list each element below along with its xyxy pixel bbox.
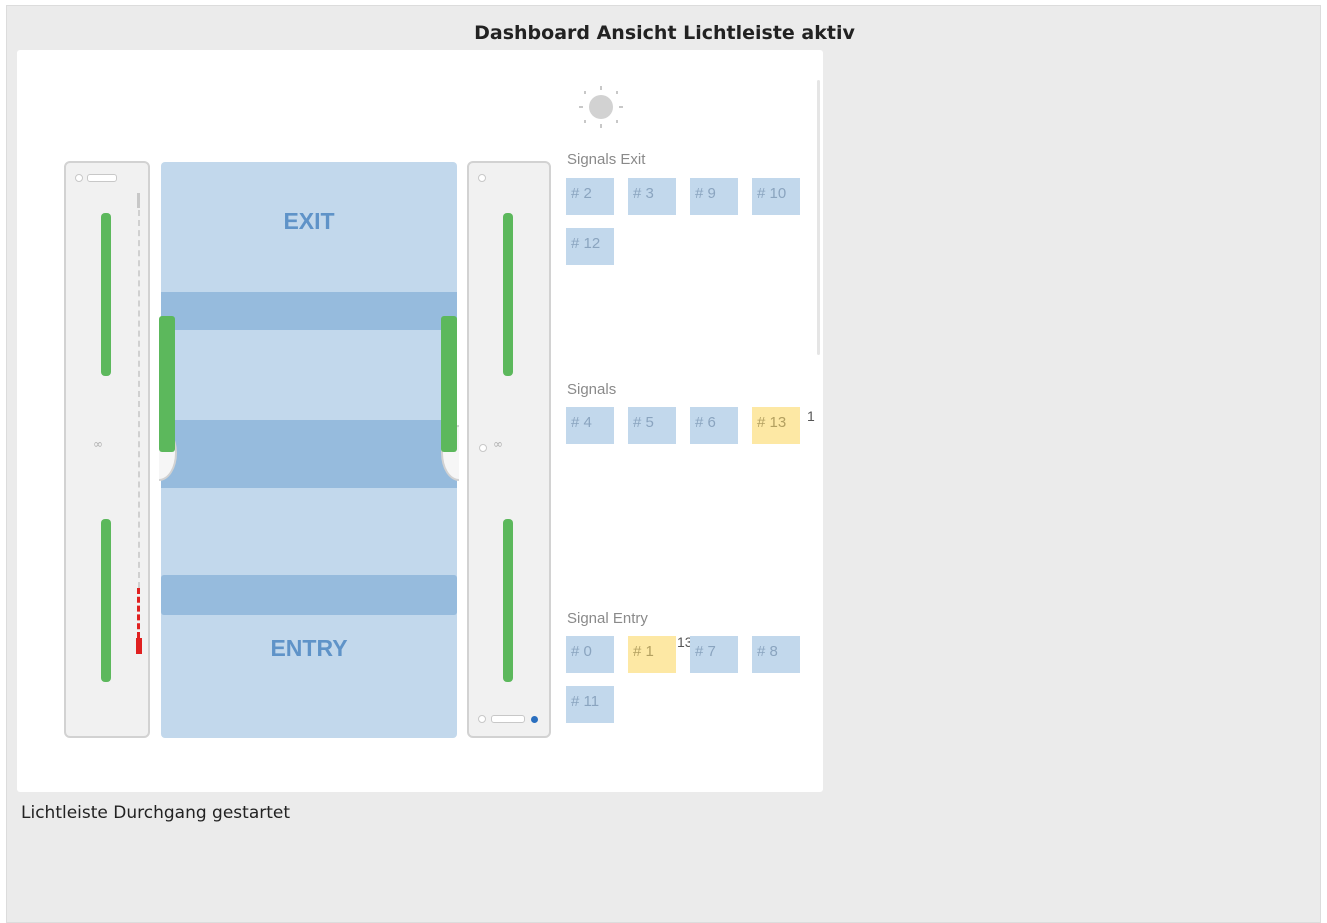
right-post-led [478, 174, 486, 182]
right-gate-bar [441, 316, 457, 452]
left-post-indicator-cap [137, 193, 140, 208]
figure-frame: Dashboard Ansicht Lichtleiste aktiv ∞ EX… [6, 5, 1321, 923]
dashboard-panel: ∞ EXIT ENTRY ∞ Signals Exit # 2 # 3 # 9 … [17, 50, 823, 792]
signal-chip[interactable]: # 9 [690, 178, 738, 215]
sun-icon [579, 86, 623, 128]
right-post-sensor-top [503, 213, 513, 376]
lane-band-bottom [161, 575, 457, 615]
signal-chip[interactable]: # 3 [628, 178, 676, 215]
right-post-status-dot [531, 716, 538, 723]
left-post-alarm-block [136, 638, 142, 654]
lane-band-middle [161, 420, 457, 488]
signal-chip[interactable]: # 11 [566, 686, 614, 723]
right-post-link-icon: ∞ [493, 437, 503, 451]
right-post-display [491, 715, 525, 723]
left-post-sensor-bottom [101, 519, 111, 682]
signal-chip[interactable]: # 7 [690, 636, 738, 673]
right-post-sensor-bottom [503, 519, 513, 682]
left-post-display [87, 174, 117, 182]
right-post-led-bottom [478, 715, 486, 723]
signal-chip[interactable]: # 12 [566, 228, 614, 265]
panel-scrollbar[interactable] [817, 80, 820, 355]
left-gate-bar [159, 316, 175, 452]
signal-entry-label: Signal Entry [567, 610, 648, 627]
signal-chip[interactable]: # 2 [566, 178, 614, 215]
left-post-led [75, 174, 83, 182]
signals-exit-label: Signals Exit [567, 151, 646, 168]
left-post-link-icon: ∞ [93, 437, 103, 451]
figure-caption: Lichtleiste Durchgang gestartet [21, 803, 291, 823]
entry-label: ENTRY [270, 635, 348, 661]
lane-band-top [161, 292, 457, 330]
right-post-led-mid [479, 444, 487, 452]
signal-chip[interactable]: # 0 [566, 636, 614, 673]
signal-count-note: 1 [807, 408, 815, 424]
signal-chip[interactable]: # 5 [628, 407, 676, 444]
page-title: Dashboard Ansicht Lichtleiste aktiv [474, 22, 855, 44]
exit-label: EXIT [283, 208, 335, 234]
signal-chip[interactable]: # 6 [690, 407, 738, 444]
signal-chip[interactable]: # 8 [752, 636, 800, 673]
left-post-indicator-line [138, 210, 140, 588]
signal-chip-active[interactable]: # 1 [628, 636, 676, 673]
signals-label: Signals [567, 381, 617, 398]
signal-chip[interactable]: # 10 [752, 178, 800, 215]
signal-chip[interactable]: # 4 [566, 407, 614, 444]
left-post-alarm-line [137, 588, 140, 638]
signal-chip-active[interactable]: # 13 [752, 407, 800, 444]
left-post-sensor-top [101, 213, 111, 376]
